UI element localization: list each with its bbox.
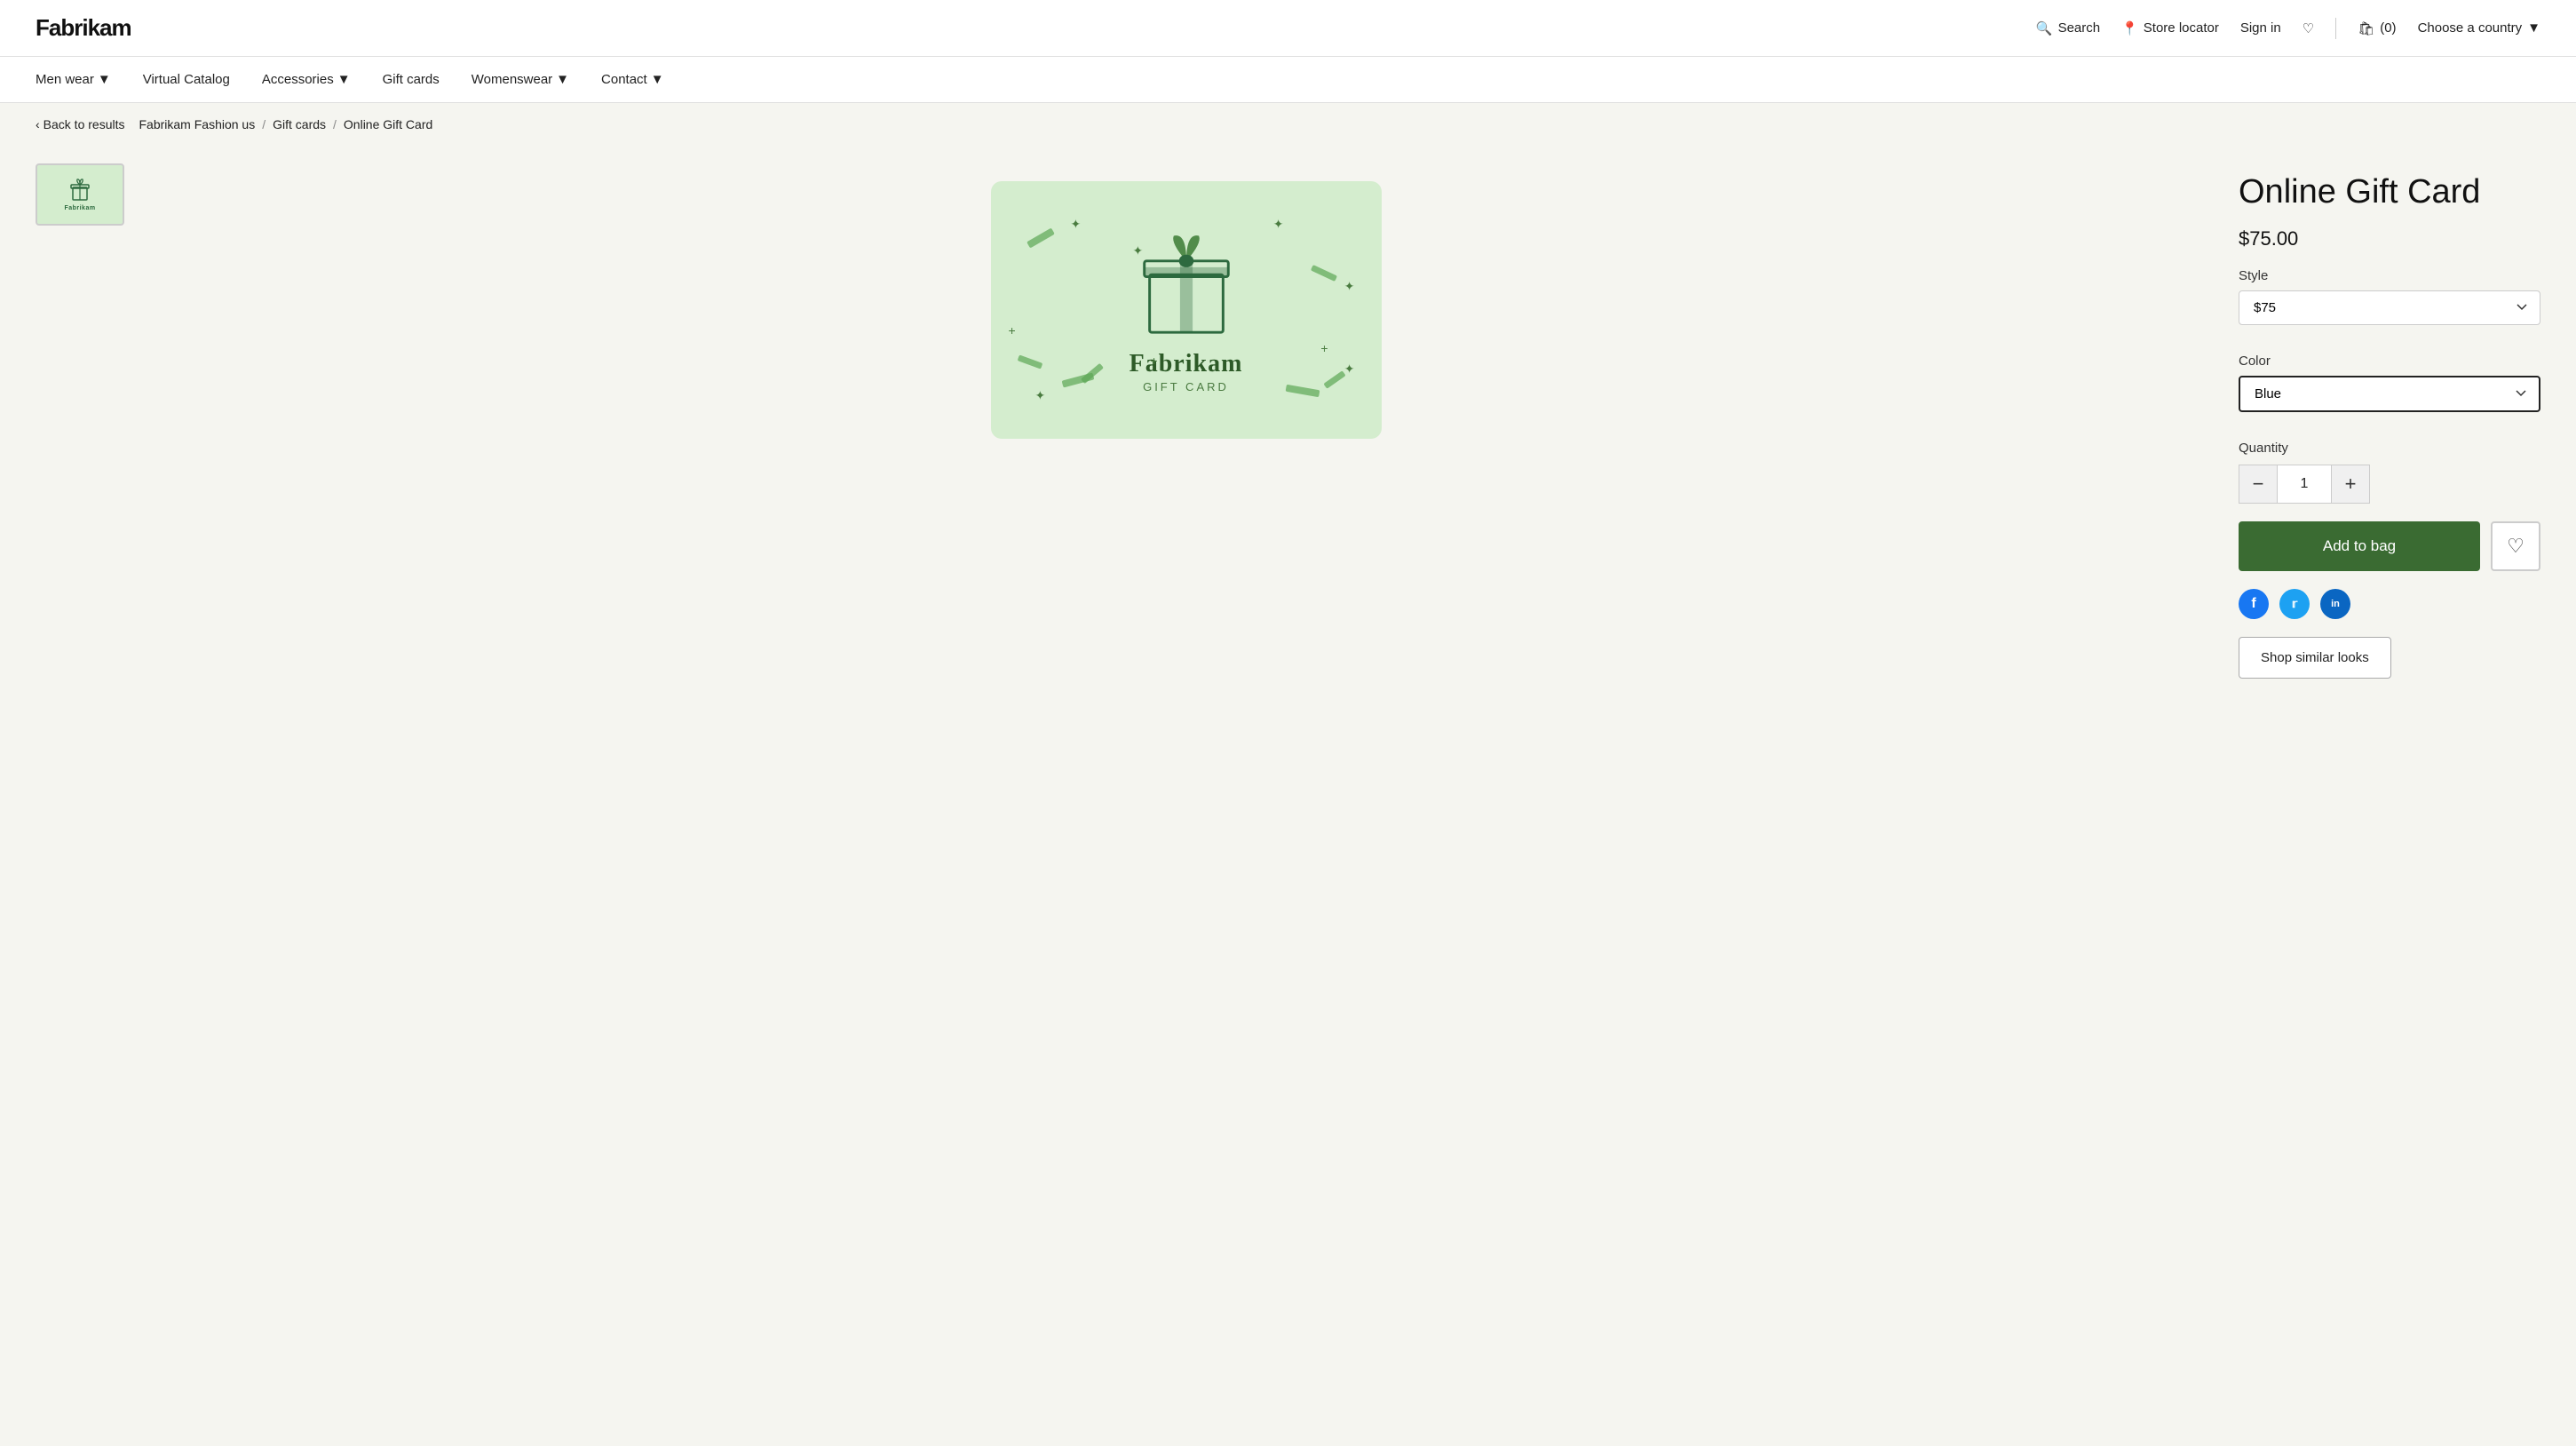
nav-item-contact[interactable]: Contact ▼ xyxy=(601,68,664,91)
chevron-down-icon: ▼ xyxy=(337,72,351,87)
header: Fabrikam 🔍 Search 📍 Store locator Sign i… xyxy=(0,0,2576,57)
nav-label-accessories: Accessories xyxy=(262,72,334,87)
gift-card-brand-name: Fabrikam xyxy=(1129,350,1243,378)
bag-icon: 🛍 xyxy=(2358,20,2374,36)
product-image-area: ✦ ✦ ✦ ✦ ✦ ✦ + + + xyxy=(169,163,2203,1378)
sparkle-icon: + xyxy=(1151,354,1158,368)
breadcrumb: ‹ Back to results Fabrikam Fashion us / … xyxy=(0,103,2576,146)
nav-item-womenswear[interactable]: Womenswear ▼ xyxy=(472,68,569,91)
quantity-label: Quantity xyxy=(2239,441,2540,456)
add-to-bag-row: Add to bag ♡ xyxy=(2239,521,2540,571)
location-icon: 📍 xyxy=(2121,20,2138,36)
shop-similar-button[interactable]: Shop similar looks xyxy=(2239,637,2391,679)
breadcrumb-gift-cards-link[interactable]: Gift cards xyxy=(273,117,326,131)
breadcrumb-sep-2: / xyxy=(333,117,337,131)
gift-card-image: ✦ ✦ ✦ ✦ ✦ ✦ + + + xyxy=(991,181,1382,439)
nav-label-virtual-catalog: Virtual Catalog xyxy=(143,72,230,87)
product-title: Online Gift Card xyxy=(2239,172,2540,213)
sparkle-icon: ✦ xyxy=(1035,388,1046,403)
style-label: Style xyxy=(2239,268,2540,283)
sparkle-icon: ✦ xyxy=(1133,243,1144,258)
color-select[interactable]: Blue Green Pink Red xyxy=(2239,376,2540,412)
style-field-group: Style $75 $25 $50 $75 $100 $150 $200 xyxy=(2239,268,2540,339)
nav-label-gift-cards: Gift cards xyxy=(383,72,440,87)
quantity-decrease-button[interactable]: − xyxy=(2239,465,2278,504)
store-locator-button[interactable]: 📍 Store locator xyxy=(2121,20,2219,36)
facebook-share-button[interactable]: f xyxy=(2239,589,2269,619)
breadcrumb-home-link[interactable]: Fabrikam Fashion us xyxy=(139,117,256,131)
thumbnail-image: Fabrikam xyxy=(44,171,115,218)
sparkle-icon: ✦ xyxy=(1273,217,1284,232)
nav-item-accessories[interactable]: Accessories ▼ xyxy=(262,68,351,91)
product-price: $75.00 xyxy=(2239,227,2540,250)
product-details: Online Gift Card $75.00 Style $75 $25 $5… xyxy=(2239,163,2540,1378)
nav-item-gift-cards[interactable]: Gift cards xyxy=(383,68,440,91)
quantity-value: 1 xyxy=(2278,465,2331,504)
color-field-group: Color Blue Green Pink Red xyxy=(2239,354,2540,426)
nav-label-womenswear: Womenswear xyxy=(472,72,552,87)
nav-item-men-wear[interactable]: Men wear ▼ xyxy=(36,68,111,91)
sparkle-icon: + xyxy=(1320,341,1328,355)
breadcrumb-sep-1: / xyxy=(262,117,266,131)
heart-outline-icon: ♡ xyxy=(2507,535,2524,558)
chevron-down-icon: ▼ xyxy=(651,72,664,87)
twitter-icon: 𝕣 xyxy=(2292,597,2297,611)
breadcrumb-current: Online Gift Card xyxy=(344,117,432,131)
gift-box-svg xyxy=(1129,227,1244,343)
country-selector[interactable]: Choose a country ▼ xyxy=(2418,20,2540,36)
facebook-icon: f xyxy=(2251,596,2255,612)
heart-icon: ♡ xyxy=(2303,20,2314,36)
wishlist-header-button[interactable]: ♡ xyxy=(2303,20,2314,36)
quantity-controls: − 1 + xyxy=(2239,465,2540,504)
back-to-results-button[interactable]: ‹ Back to results xyxy=(36,117,125,131)
social-share-row: f 𝕣 in xyxy=(2239,589,2540,619)
style-select[interactable]: $75 $25 $50 $75 $100 $150 $200 xyxy=(2239,290,2540,325)
sparkle-icon: + xyxy=(1009,323,1016,338)
main-nav: Men wear ▼ Virtual Catalog Accessories ▼… xyxy=(0,57,2576,103)
header-divider xyxy=(2335,18,2336,39)
gift-card-label: GIFT CARD xyxy=(1143,380,1229,393)
quantity-increase-button[interactable]: + xyxy=(2331,465,2370,504)
sign-in-label: Sign in xyxy=(2240,20,2281,36)
sparkle-icon: ✦ xyxy=(1344,279,1355,294)
nav-item-virtual-catalog[interactable]: Virtual Catalog xyxy=(143,68,230,91)
linkedin-share-button[interactable]: in xyxy=(2320,589,2350,619)
linkedin-icon: in xyxy=(2331,599,2340,609)
twitter-share-button[interactable]: 𝕣 xyxy=(2279,589,2310,619)
chevron-down-icon: ▼ xyxy=(2527,20,2540,36)
chevron-down-icon: ▼ xyxy=(556,72,569,87)
store-locator-label: Store locator xyxy=(2144,20,2219,36)
sparkle-icon: ✦ xyxy=(1071,217,1082,232)
add-to-bag-button[interactable]: Add to bag xyxy=(2239,521,2480,571)
main-content: Fabrikam ✦ ✦ ✦ ✦ ✦ ✦ + + + xyxy=(0,146,2576,1432)
sign-in-button[interactable]: Sign in xyxy=(2240,20,2281,36)
header-actions: 🔍 Search 📍 Store locator Sign in ♡ 🛍 (0)… xyxy=(2036,18,2540,39)
nav-label-contact: Contact xyxy=(601,72,647,87)
thumbnail-sidebar: Fabrikam xyxy=(36,163,133,1378)
chevron-left-icon: ‹ xyxy=(36,117,40,131)
cart-count: (0) xyxy=(2380,20,2396,36)
product-thumbnail[interactable]: Fabrikam xyxy=(36,163,124,226)
search-button[interactable]: 🔍 Search xyxy=(2036,20,2100,36)
country-label: Choose a country xyxy=(2418,20,2523,36)
sparkle-icon: ✦ xyxy=(1344,362,1355,377)
back-to-results-label: Back to results xyxy=(44,117,125,131)
cart-button[interactable]: 🛍 (0) xyxy=(2358,20,2396,36)
search-icon: 🔍 xyxy=(2036,20,2053,36)
search-label: Search xyxy=(2058,20,2101,36)
chevron-down-icon: ▼ xyxy=(98,72,111,87)
quantity-section: Quantity − 1 + xyxy=(2239,441,2540,504)
wishlist-button[interactable]: ♡ xyxy=(2491,521,2540,571)
logo[interactable]: Fabrikam xyxy=(36,14,131,42)
color-label: Color xyxy=(2239,354,2540,369)
nav-label-men-wear: Men wear xyxy=(36,72,94,87)
